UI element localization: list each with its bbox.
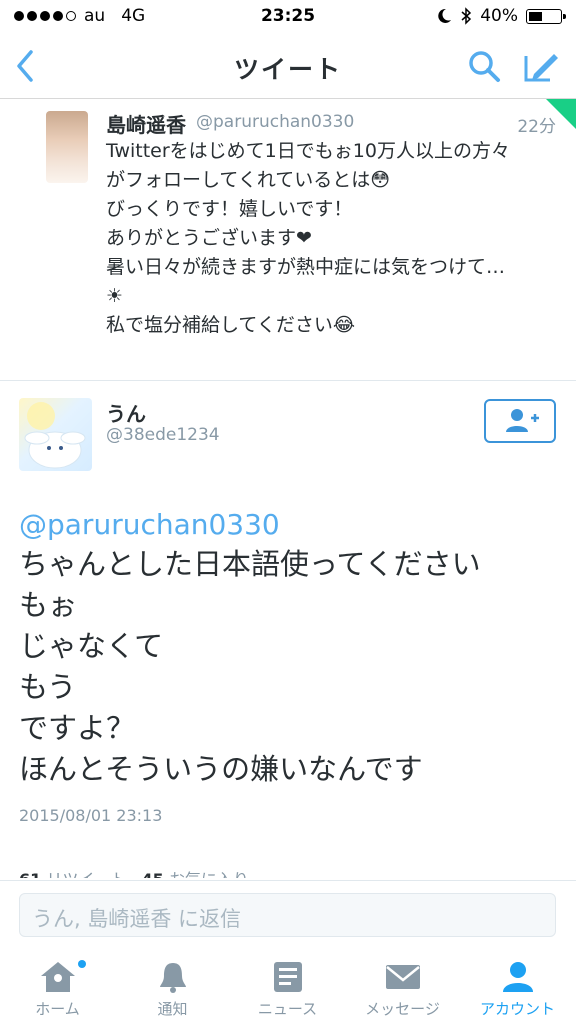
retweet-count[interactable]: 61 [19, 870, 41, 878]
news-icon [274, 962, 302, 992]
author-name[interactable]: うん [106, 398, 146, 427]
reply-input[interactable]: うん, 島崎遥香 に返信 [19, 893, 556, 937]
tweet-line: 暑い日々が続きますが熱中症には気をつけて… [106, 256, 506, 278]
original-tweet[interactable]: 島崎遥香 @paruruchan0330 22分 Twitterをはじめて1日で… [0, 99, 576, 381]
tweet-line: ありがとうございます❤ [106, 227, 312, 249]
like-count[interactable]: 45 [141, 870, 163, 878]
battery-icon [526, 8, 566, 24]
tab-bar: ホーム 通知 ニュース メッセージ アカウント [0, 946, 576, 1024]
notification-dot [78, 960, 86, 968]
tab-news[interactable]: ニュース [230, 946, 345, 1024]
tab-label: アカウント [479, 1000, 555, 1018]
tab-label: ニュース [257, 1000, 318, 1018]
tweet-line: じゃなくて [19, 629, 164, 663]
author-handle[interactable]: @paruruchan0330 [196, 112, 354, 132]
tweet-stats: 61 リツイート 45 お気に入り [19, 866, 249, 878]
tweet-line: ちゃんとした日本語使ってください [19, 547, 481, 581]
tweet-text: ちゃんとした日本語使ってください もぉ じゃなくて もう ですよ？ ほんとそうい… [19, 544, 481, 790]
compose-icon [524, 54, 558, 82]
avatar[interactable] [19, 398, 92, 471]
bell-icon [160, 963, 186, 993]
moon-icon [438, 8, 452, 23]
home-icon [41, 962, 75, 992]
reply-placeholder: うん, 島崎遥香 に返信 [32, 907, 242, 931]
tweet-line: もう [19, 670, 77, 704]
tab-messages[interactable]: メッセージ [345, 946, 460, 1024]
tweet-line: Twitterをはじめて1日でもぉ10万人以上の方々 [106, 140, 510, 162]
search-icon [469, 51, 500, 82]
bluetooth-icon [461, 7, 472, 25]
mention-link[interactable]: @paruruchan0330 [19, 508, 280, 541]
navigation-bar: ツイート [0, 32, 576, 99]
follow-button[interactable] [484, 399, 556, 443]
tab-label: ホーム [35, 1000, 80, 1018]
avatar[interactable] [46, 111, 88, 183]
mail-icon [386, 965, 420, 989]
tab-label: メッセージ [365, 1000, 440, 1018]
tweet-line: 私で塩分補給してください😂 [106, 314, 356, 336]
tweet-line: ☀ [106, 285, 124, 307]
reply-bar: うん, 島崎遥香 に返信 [0, 880, 576, 947]
battery-percent: 40% [480, 6, 518, 26]
tweet-text: Twitterをはじめて1日でもぉ10万人以上の方々 がフォローしてくれていると… [106, 137, 561, 340]
tweet-line: がフォローしてくれているとは😳 [106, 169, 391, 191]
status-bar: au 4G 23:25 40% [0, 0, 576, 32]
status-right: 40% [436, 6, 566, 26]
tweet-line: びっくりです！嬉しいです！ [106, 198, 353, 220]
add-user-icon [506, 409, 539, 432]
author-name[interactable]: 島崎遥香 [106, 109, 186, 138]
tweet-date: 2015/08/01 23:13 [19, 806, 163, 825]
tweet-line: ほんとそういうの嫌いなんです [19, 752, 423, 786]
tab-notifications[interactable]: 通知 [115, 946, 230, 1024]
tweet-line: ですよ？ [19, 711, 136, 745]
like-label[interactable]: お気に入り [169, 870, 249, 878]
tweet-timestamp: 22分 [517, 117, 556, 137]
character-avatar-icon [24, 402, 86, 469]
tab-home[interactable]: ホーム [0, 946, 115, 1024]
person-icon [503, 962, 533, 992]
author-handle[interactable]: @38ede1234 [106, 425, 220, 445]
tweet-line: もぉ [19, 588, 78, 622]
retweet-label[interactable]: リツイート [46, 870, 126, 878]
compose-button[interactable] [520, 44, 564, 88]
tab-label: 通知 [157, 1000, 188, 1018]
search-button[interactable] [462, 44, 506, 88]
tab-account[interactable]: アカウント [460, 946, 575, 1024]
